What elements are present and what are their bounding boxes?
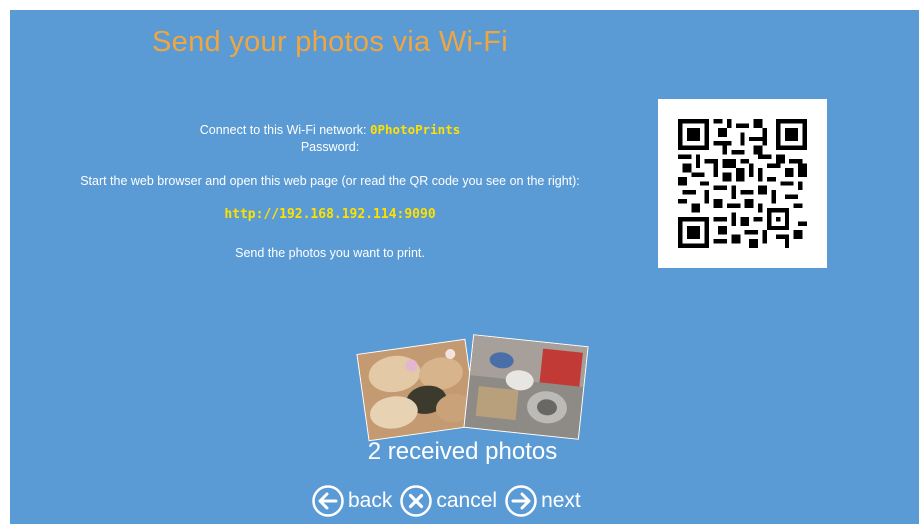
back-label: back	[348, 489, 393, 512]
qr-code	[658, 99, 827, 268]
photo-thumbnail	[356, 338, 478, 442]
web-page-url: http://192.168.192.114:9090	[10, 206, 650, 222]
received-photos-label: 2 received photos	[367, 438, 558, 465]
wifi-network-prefix: Connect to this Wi-Fi network:	[199, 123, 370, 137]
browser-instructions: Start the web browser and open this web …	[80, 174, 580, 188]
arrow-left-circle-icon	[312, 485, 344, 517]
received-photos-count: 2 received photos	[10, 438, 919, 466]
cancel-button[interactable]: cancel	[400, 485, 497, 517]
page-title: Send your photos via Wi-Fi	[152, 26, 508, 58]
cancel-label: cancel	[436, 489, 498, 512]
next-button[interactable]: next	[505, 485, 581, 517]
password-label: Password:	[300, 140, 360, 154]
navigation-bar: back cancel next	[312, 483, 589, 519]
next-label: next	[541, 489, 581, 512]
wifi-network-line: Connect to this Wi-Fi network: 0PhotoPri…	[10, 122, 650, 137]
received-photos-thumbnails	[350, 330, 590, 450]
url-text: http://192.168.192.114:9090	[224, 207, 436, 222]
close-circle-icon	[400, 485, 433, 517]
photo-thumbnail	[463, 334, 589, 440]
arrow-right-circle-icon	[505, 485, 537, 517]
wifi-network-name: 0PhotoPrints	[369, 122, 461, 137]
send-instructions: Send the photos you want to print.	[235, 246, 425, 260]
back-button[interactable]: back	[312, 485, 392, 517]
wifi-send-screen: Send your photos via Wi-Fi Connect to th…	[10, 10, 919, 524]
qr-code-icon	[678, 119, 807, 248]
